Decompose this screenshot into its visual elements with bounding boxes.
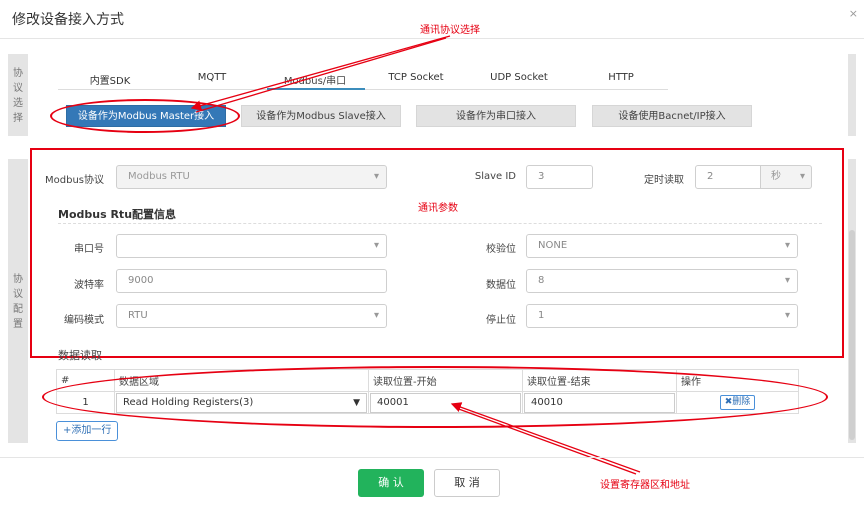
confirm-button[interactable]: 确 认 — [358, 469, 424, 497]
footer-divider — [0, 457, 864, 458]
cancel-button[interactable]: 取 消 — [434, 469, 500, 497]
annotation-arrows — [190, 35, 641, 475]
arrow-protocol-2 — [195, 37, 447, 113]
arrow-protocol — [190, 35, 451, 111]
arrow-registers — [450, 402, 641, 473]
arrow-registers-2 — [455, 407, 637, 475]
